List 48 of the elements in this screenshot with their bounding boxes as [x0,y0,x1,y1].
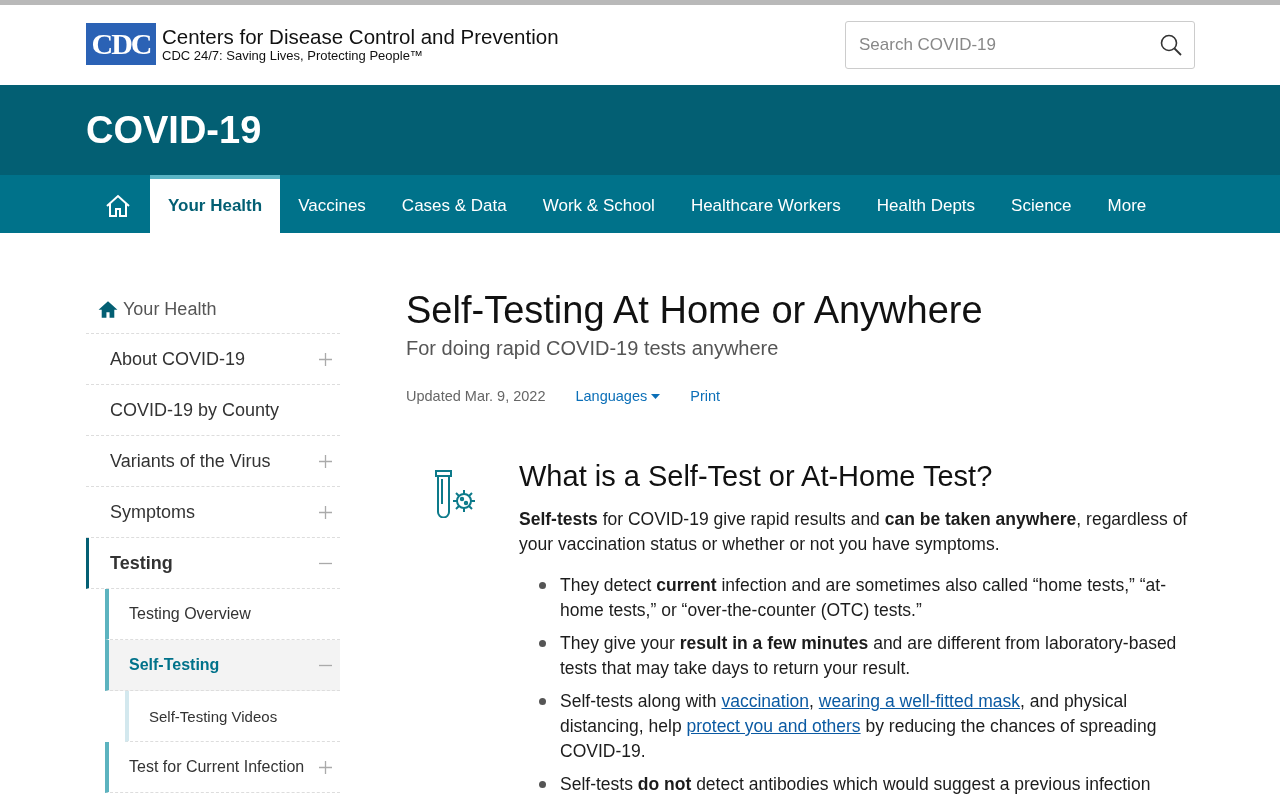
sidebar-item[interactable]: Variants of the Virus [86,436,340,487]
languages-link[interactable]: Languages [575,388,661,404]
sidebar-home-link[interactable]: Your Health [86,285,340,334]
logo-title: Centers for Disease Control and Prevention [162,25,559,48]
section-heading: What is a Self-Test or At-Home Test? [519,460,994,493]
section-title: COVID-19 [86,108,262,153]
logo-mark[interactable]: CDC [86,23,156,65]
sidebar-item[interactable]: About COVID-19 [86,334,340,385]
inline-link[interactable]: wearing a well-fitted mask [818,691,1021,711]
search-icon[interactable] [1160,34,1182,56]
print-link[interactable]: Print [690,388,721,404]
intro-paragraph: Self-tests for COVID-19 give rapid results and can be taken anywhere, regardless of your vaccination status or whether or not you have symptoms. [519,508,1189,556]
nav-tab[interactable]: Science [993,175,1090,233]
bullet-item: They detect current infection and are sometimes also called “home tests,” “at-home tests,” or “over-the-counter (OTC) tests.” [560,574,1167,622]
page-subtitle: For doing rapid COVID-19 tests anywhere [406,337,780,360]
plus-icon[interactable] [319,760,332,774]
plus-icon[interactable] [319,505,332,519]
plus-icon[interactable] [319,454,332,468]
inline-link[interactable]: protect you and others [686,716,861,736]
search-field[interactable]: Search COVID-19 [845,21,1195,69]
updated-date: Updated Mar. 9, 2022 [406,388,546,404]
nav-tab[interactable]: Healthcare Workers [672,175,859,233]
home-icon [104,192,132,220]
test-tube-virus-icon [435,470,477,518]
nav-tab[interactable]: Work & School [524,175,673,233]
sidebar-item[interactable]: Test for Current Infection [105,742,340,793]
bullet-item: Self-tests do not detect antibodies which would suggest a previous infection [560,773,1152,796]
sidebar-item[interactable]: Testing [86,538,340,589]
sidebar-item[interactable]: Self-Testing Videos [125,691,340,742]
nav-tab[interactable]: More [1089,175,1165,233]
bullet-icon [539,698,546,705]
sidebar-item[interactable]: Symptoms [86,487,340,538]
page-title: Self-Testing At Home or Anywhere [406,288,984,333]
plus-icon[interactable] [319,352,332,366]
sidebar-item[interactable]: COVID-19 by County [86,385,340,436]
bullet-item: They give your result in a few minutes and are different from laboratory-based tests that may take days to return your result. [560,632,1178,680]
inline-link[interactable]: vaccination [721,691,810,711]
bullet-icon [539,582,546,589]
nav-tab[interactable]: Health Depts [858,175,994,233]
bullet-item: Self-tests along with vaccination, wearing a well-fitted mask, and physical distancing, help protect you and others by reducing the chances of spreading COVID-19. [560,690,1158,763]
sidebar-item[interactable]: Self-Testing [105,640,340,691]
logo-tagline: CDC 24/7: Saving Lives, Protecting People™ [162,47,424,63]
nav-tab[interactable]: Cases & Data [383,175,525,233]
bullet-icon [539,640,546,647]
bullet-icon [539,781,546,788]
nav-tab[interactable]: Your Health [150,175,281,233]
nav-tab[interactable]: Vaccines [280,175,384,233]
caret-icon [651,393,661,399]
